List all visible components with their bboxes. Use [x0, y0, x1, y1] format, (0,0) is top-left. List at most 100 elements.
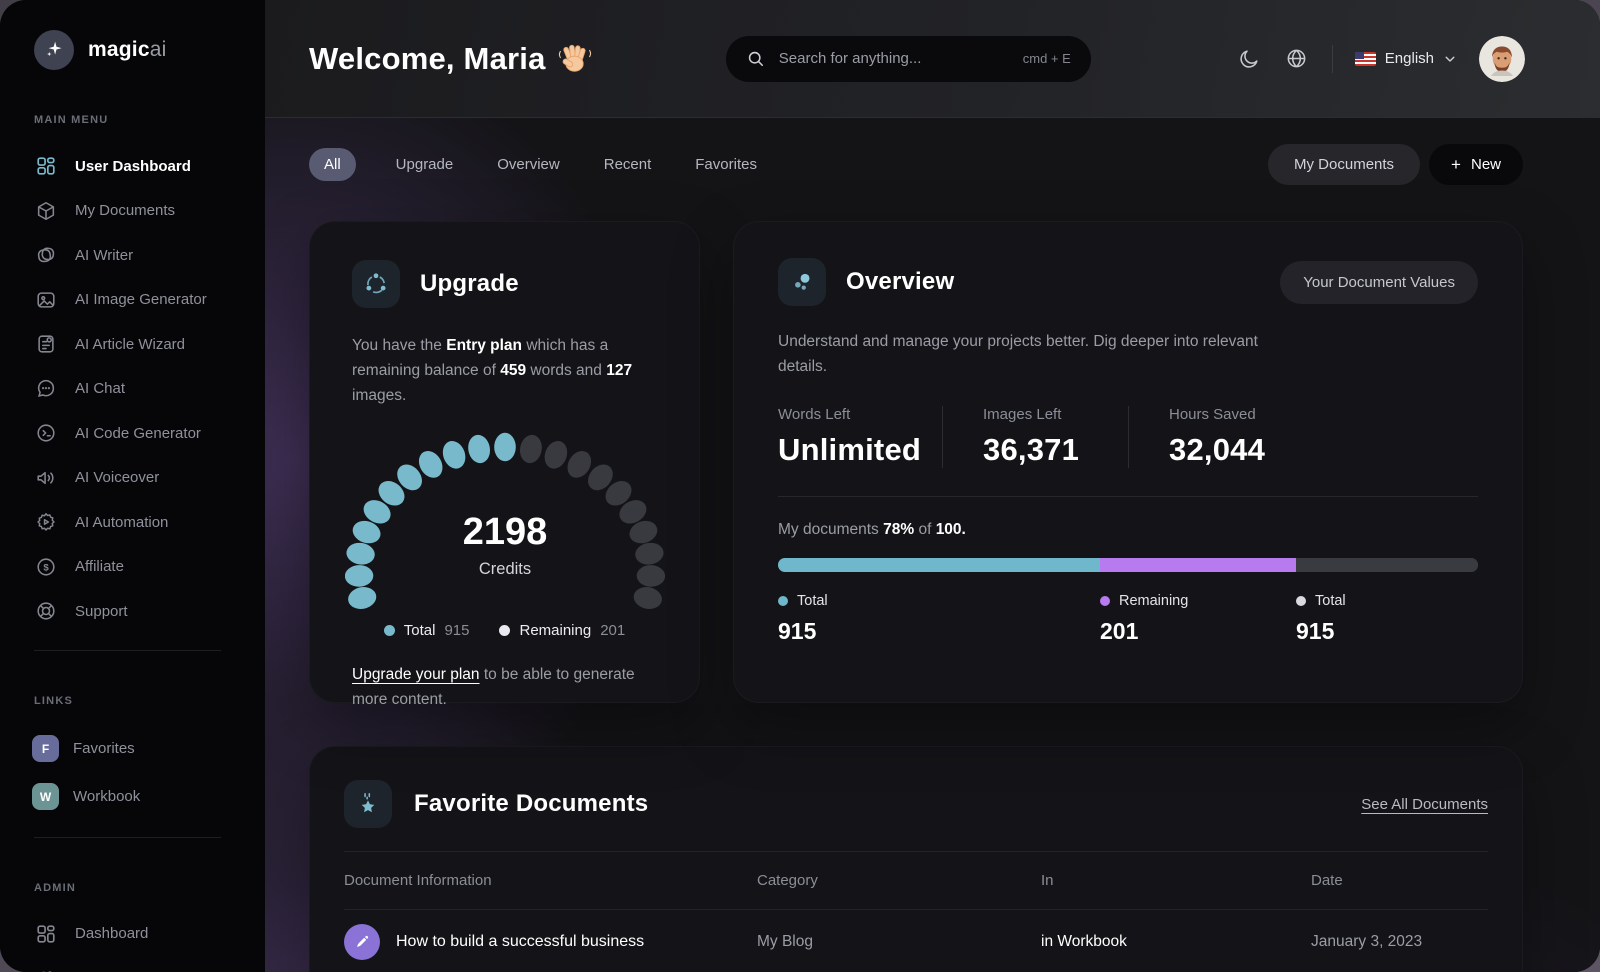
new-button[interactable]: + New	[1429, 143, 1523, 185]
brand-name-light: ai	[149, 38, 167, 61]
speaker-icon	[34, 466, 58, 490]
legend-value: 201	[600, 622, 626, 640]
stat-value: Unlimited	[778, 431, 922, 467]
legend-item-total-2: Total 915	[1296, 593, 1346, 645]
tab-favorites[interactable]: Favorites	[695, 156, 757, 173]
favorite-documents-card: Favorite Documents See All Documents Doc…	[309, 746, 1523, 972]
upgrade-plan-link[interactable]: Upgrade your plan	[352, 666, 480, 683]
stat-value: 32,044	[1169, 431, 1266, 467]
credits-gauge-wrap: 2198 Credits	[332, 424, 677, 622]
dashboard-grid-icon	[34, 922, 58, 946]
my-documents-button[interactable]: My Documents	[1268, 143, 1421, 185]
welcome-block: Welcome, Maria	[309, 41, 592, 77]
sidebar-item-user-dashboard[interactable]: User Dashboard	[34, 144, 245, 189]
document-date: January 3, 2023	[1311, 932, 1423, 950]
sidebar-item-admin-dashboard[interactable]: Dashboard	[34, 912, 245, 957]
sidebar: magicai MAIN MENU User Dashboard My Docu…	[0, 0, 265, 972]
column-category: Category	[757, 872, 818, 889]
sidebar-item-ai-code-generator[interactable]: AI Code Generator	[34, 411, 245, 456]
sidebar-item-label: AI Writer	[75, 246, 134, 264]
sidebar-item-label: AI Voiceover	[75, 469, 160, 487]
chevron-down-icon	[1445, 56, 1455, 62]
writer-icon	[34, 243, 58, 267]
overview-divider	[778, 495, 1478, 497]
workbook-badge: W	[32, 783, 59, 810]
document-category: My Blog	[757, 932, 813, 950]
overview-description: Understand and manage your projects bett…	[778, 333, 1258, 375]
see-all-documents-link[interactable]: See All Documents	[1361, 796, 1488, 813]
legend-label: Remaining	[1119, 592, 1189, 609]
top-right-controls: English	[1236, 35, 1525, 82]
pen-icon	[344, 923, 380, 960]
table-header-row: Document Information Category In Date	[344, 852, 1488, 910]
sidebar-item-label: Dashboard	[75, 925, 149, 943]
brand-logo[interactable]: magicai	[34, 30, 245, 70]
legend-value: 915	[778, 617, 817, 644]
document-cell: How to build a successful business	[344, 923, 757, 960]
overview-legend: Total 915 Remaining 201 Total 915	[778, 593, 1478, 669]
us-flag-icon	[1354, 51, 1376, 66]
lifebuoy-icon	[34, 599, 58, 623]
table-row[interactable]: How to build a successful business My Bl…	[344, 910, 1488, 972]
sidebar-item-label: User Dashboard	[75, 157, 191, 175]
sidebar-divider	[34, 649, 221, 651]
app-window: magicai MAIN MENU User Dashboard My Docu…	[0, 0, 1600, 972]
legend-label: Total	[1315, 592, 1346, 609]
filter-tabs: All Upgrade Overview Recent Favorites My…	[309, 143, 1523, 185]
plan-summary: You have the Entry plan which has a rema…	[352, 337, 633, 404]
legend-value: 201	[1100, 617, 1139, 644]
sidebar-item-label: AI Automation	[75, 513, 169, 531]
upgrade-card-header: Upgrade	[352, 260, 657, 308]
plus-icon: +	[1451, 154, 1461, 174]
search-input[interactable]	[776, 49, 1011, 68]
tab-overview[interactable]: Overview	[497, 156, 560, 173]
sparkle-icon	[34, 30, 74, 70]
credits-unit: Credits	[478, 560, 530, 578]
section-label-main-menu: MAIN MENU	[34, 114, 109, 126]
sidebar-item-ai-writer[interactable]: AI Writer	[34, 233, 245, 278]
avatar[interactable]	[1479, 35, 1525, 82]
search-shortcut: cmd + E	[1022, 51, 1071, 66]
stat-value: 36,371	[983, 431, 1080, 467]
article-icon	[34, 332, 58, 356]
legend-value: 915	[444, 622, 470, 640]
favorites-title: Favorite Documents	[414, 790, 649, 817]
dashboard-content: All Upgrade Overview Recent Favorites My…	[265, 118, 1600, 972]
sidebar-item-ai-voiceover[interactable]: AI Voiceover	[34, 456, 245, 501]
overview-title: Overview	[846, 268, 955, 295]
sidebar-item-ai-chat[interactable]: AI Chat	[34, 367, 245, 412]
language-selector[interactable]: English	[1354, 50, 1457, 67]
tab-upgrade[interactable]: Upgrade	[396, 156, 454, 173]
document-location: in Workbook	[1041, 932, 1127, 950]
stat-label: Hours Saved	[1169, 405, 1256, 423]
sidebar-item-label: AI Chat	[75, 380, 126, 398]
gauge-legend: Total 915 Remaining 201	[352, 622, 657, 639]
legend-dot	[499, 625, 511, 637]
tab-recent[interactable]: Recent	[604, 156, 652, 173]
dark-mode-toggle-moon-icon[interactable]	[1236, 46, 1262, 72]
stat-label: Images Left	[983, 405, 1062, 423]
legend-label: Total	[403, 622, 436, 640]
progress-percent: 78%	[883, 520, 915, 538]
document-values-button[interactable]: Your Document Values	[1280, 260, 1478, 304]
sidebar-item-favorites[interactable]: F Favorites	[32, 725, 245, 773]
dashboard-grid-icon	[34, 154, 58, 178]
sidebar-item-support[interactable]: Support	[34, 589, 245, 634]
legend-item-remaining: Remaining 201	[499, 622, 625, 639]
sidebar-item-affiliate[interactable]: $ Affiliate	[34, 545, 245, 590]
column-in: In	[1041, 872, 1054, 889]
global-search[interactable]: cmd + E	[725, 35, 1091, 82]
sidebar-item-my-documents[interactable]: My Documents	[34, 189, 245, 234]
images-balance: 127	[606, 361, 633, 379]
sidebar-item-ai-article-wizard[interactable]: AI Article Wizard	[34, 322, 245, 367]
tab-all[interactable]: All	[309, 147, 356, 181]
legend-value: 915	[1296, 617, 1335, 644]
sidebar-item-workbook[interactable]: W Workbook	[32, 773, 245, 821]
sidebar-item-ai-image-generator[interactable]: AI Image Generator	[34, 278, 245, 323]
image-icon	[34, 288, 58, 312]
column-date: Date	[1311, 872, 1343, 889]
sidebar-item-ai-automation[interactable]: AI Automation	[34, 500, 245, 545]
favorites-badge: F	[32, 735, 59, 762]
globe-icon[interactable]	[1284, 46, 1310, 72]
sidebar-item-user-management[interactable]: User Management	[34, 956, 245, 972]
